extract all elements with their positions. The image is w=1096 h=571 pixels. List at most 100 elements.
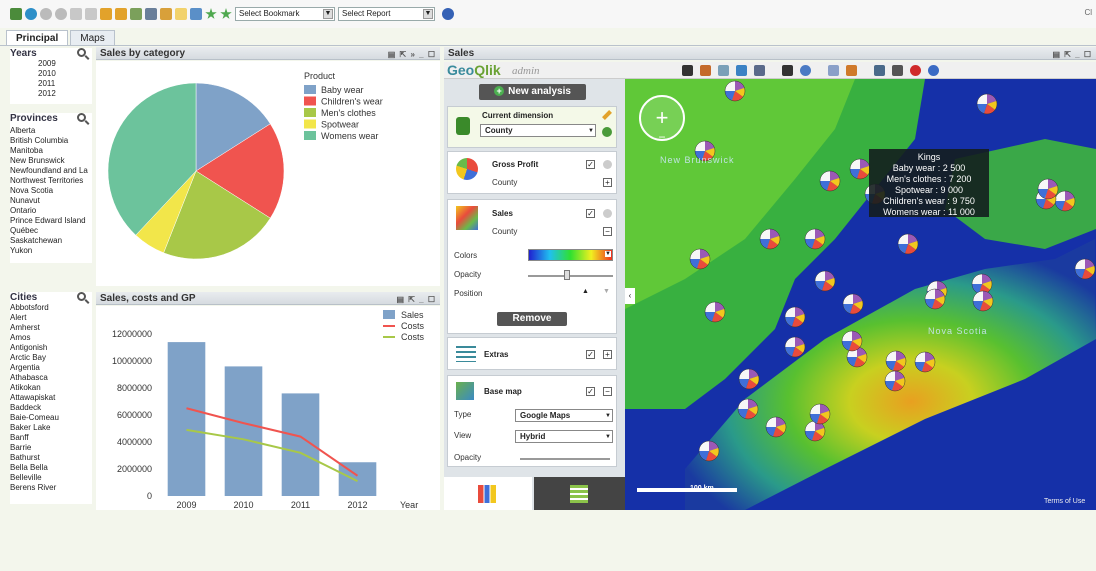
layers-tab-button[interactable] (534, 477, 625, 510)
list-item[interactable]: Bathurst (10, 453, 92, 463)
settings-icon[interactable] (603, 209, 612, 218)
new-icon[interactable] (10, 8, 22, 20)
globe-icon[interactable] (800, 65, 811, 76)
list-item[interactable]: Ontario (10, 206, 92, 216)
note-icon[interactable] (175, 8, 187, 20)
analysis-tab-button[interactable] (444, 477, 532, 510)
bar[interactable] (167, 342, 206, 496)
move-up-icon[interactable]: ▲ (582, 288, 589, 295)
bookmark-select[interactable]: Select Bookmark ▼ (235, 7, 335, 21)
list-item[interactable]: Antigonish (10, 343, 92, 353)
zoom-box-icon[interactable] (718, 65, 729, 76)
list-item[interactable]: Athabasca (10, 373, 92, 383)
list-item[interactable]: Argentia (10, 363, 92, 373)
list-item[interactable]: Arctic Bay (10, 353, 92, 363)
list-item[interactable]: 2011 (38, 79, 92, 89)
list-item[interactable]: Bella Bella (10, 463, 92, 473)
list-item[interactable]: Alert (10, 313, 92, 323)
gross-profit-checkbox[interactable]: ✓ (586, 160, 595, 169)
base-map-opacity-slider[interactable] (520, 458, 610, 460)
pan-icon[interactable] (736, 65, 747, 76)
info-icon[interactable] (928, 65, 939, 76)
list-item[interactable]: Attawapiskat (10, 393, 92, 403)
stop-icon[interactable] (910, 65, 921, 76)
collapse-icon[interactable]: − (603, 387, 612, 396)
list-item[interactable]: Baie-Comeau (10, 413, 92, 423)
collapse-sidebar-icon[interactable]: ‹ (625, 288, 635, 304)
expand-icon[interactable]: + (603, 350, 612, 359)
map-type-select[interactable]: Google Maps ▼ (515, 409, 613, 422)
clear-icon[interactable] (130, 8, 142, 20)
extras-checkbox[interactable]: ✓ (586, 350, 595, 359)
years-listbox[interactable]: Years 2009 2010 2011 2012 (10, 48, 92, 104)
home-icon[interactable] (700, 65, 711, 76)
tab-maps[interactable]: Maps (70, 30, 115, 45)
users-icon[interactable] (190, 8, 202, 20)
provinces-listbox[interactable]: Provinces Alberta British Columbia Manitob… (10, 113, 92, 263)
list-item[interactable]: Newfoundland and La (10, 166, 92, 176)
list-item[interactable]: Banff (10, 433, 92, 443)
list-item[interactable]: British Columbia (10, 136, 92, 146)
list-item[interactable]: Belleville (10, 473, 92, 483)
open-icon[interactable] (25, 8, 37, 20)
brush-icon[interactable] (846, 65, 857, 76)
panel-controls-icon[interactable]: ▤ ⇱ _ ☐ (1052, 48, 1092, 61)
map-canvas[interactable]: + − (625, 79, 1096, 510)
sales-layer-checkbox[interactable]: ✓ (586, 209, 595, 218)
filter-icon[interactable] (874, 65, 885, 76)
zoom-in-icon[interactable]: + (656, 105, 669, 130)
panel-controls-icon[interactable]: ▤ ⇱ _ ☐ (396, 293, 436, 306)
zoom-out-icon[interactable]: − (658, 130, 665, 144)
list-item[interactable]: Northwest Territories (10, 176, 92, 186)
terms-link[interactable]: Terms of Use (1044, 498, 1085, 505)
list-item[interactable]: Atikokan (10, 383, 92, 393)
list-item[interactable]: Manitoba (10, 146, 92, 156)
collapse-icon[interactable]: − (603, 227, 612, 236)
undo-icon[interactable] (70, 8, 82, 20)
search-icon[interactable] (77, 48, 86, 57)
close-all-text[interactable]: Cl (1084, 8, 1092, 17)
color-ramp-select[interactable]: ▼ (528, 249, 613, 261)
search-icon[interactable] (77, 292, 86, 301)
list-item[interactable]: Saskatchewan (10, 236, 92, 246)
list-item[interactable]: Prince Edward Island (10, 216, 92, 226)
list-item[interactable]: Yukon (10, 246, 92, 256)
back-icon[interactable] (40, 8, 52, 20)
slider-thumb[interactable] (564, 270, 570, 280)
unlock-icon[interactable] (115, 8, 127, 20)
list-item[interactable]: Québec (10, 226, 92, 236)
pie-chart[interactable]: Product Baby wear Children's wearMen's clo… (96, 61, 440, 286)
list-item[interactable]: Barrie (10, 443, 92, 453)
combo-chart[interactable]: 0 2000000 4000000 6000000 8000000 10000000 120… (96, 306, 440, 510)
list-item[interactable]: Baddeck (10, 403, 92, 413)
list-item[interactable]: Nunavut (10, 196, 92, 206)
help-icon[interactable] (442, 8, 454, 20)
print-icon[interactable] (892, 65, 903, 76)
map-view-select[interactable]: Hybrid ▼ (515, 430, 613, 443)
new-analysis-button[interactable]: + New analysis (479, 84, 586, 100)
star-icon[interactable] (205, 8, 217, 19)
list-item[interactable]: Baker Lake (10, 423, 92, 433)
forward-icon[interactable] (55, 8, 67, 20)
bar[interactable] (224, 366, 263, 496)
list-item[interactable]: Amos (10, 333, 92, 343)
list-item[interactable]: 2009 (38, 59, 92, 69)
remove-button[interactable]: Remove (497, 312, 567, 326)
binoculars-icon[interactable] (782, 65, 793, 76)
tab-principal[interactable]: Principal (6, 30, 69, 45)
opacity-slider[interactable] (528, 275, 613, 277)
star-add-icon[interactable] (220, 8, 232, 19)
report-select[interactable]: Select Report ▼ (338, 7, 435, 21)
panel-controls-icon[interactable]: ▤ ⇱ » _ ☐ (388, 48, 436, 61)
cities-listbox[interactable]: Cities Abbotsford Alert Amherst Amos Antigon… (10, 292, 92, 504)
list-item[interactable]: Berens River (10, 483, 92, 493)
base-map-checkbox[interactable]: ✓ (586, 387, 595, 396)
list-item[interactable]: Alberta (10, 126, 92, 136)
zoom-icon[interactable] (754, 65, 765, 76)
dimension-select[interactable]: County ▼ (480, 124, 596, 137)
list-item[interactable]: 2010 (38, 69, 92, 79)
expand-icon[interactable]: + (603, 178, 612, 187)
settings-icon[interactable] (603, 160, 612, 169)
edit-icon[interactable] (602, 110, 612, 120)
list-item[interactable]: Amherst (10, 323, 92, 333)
